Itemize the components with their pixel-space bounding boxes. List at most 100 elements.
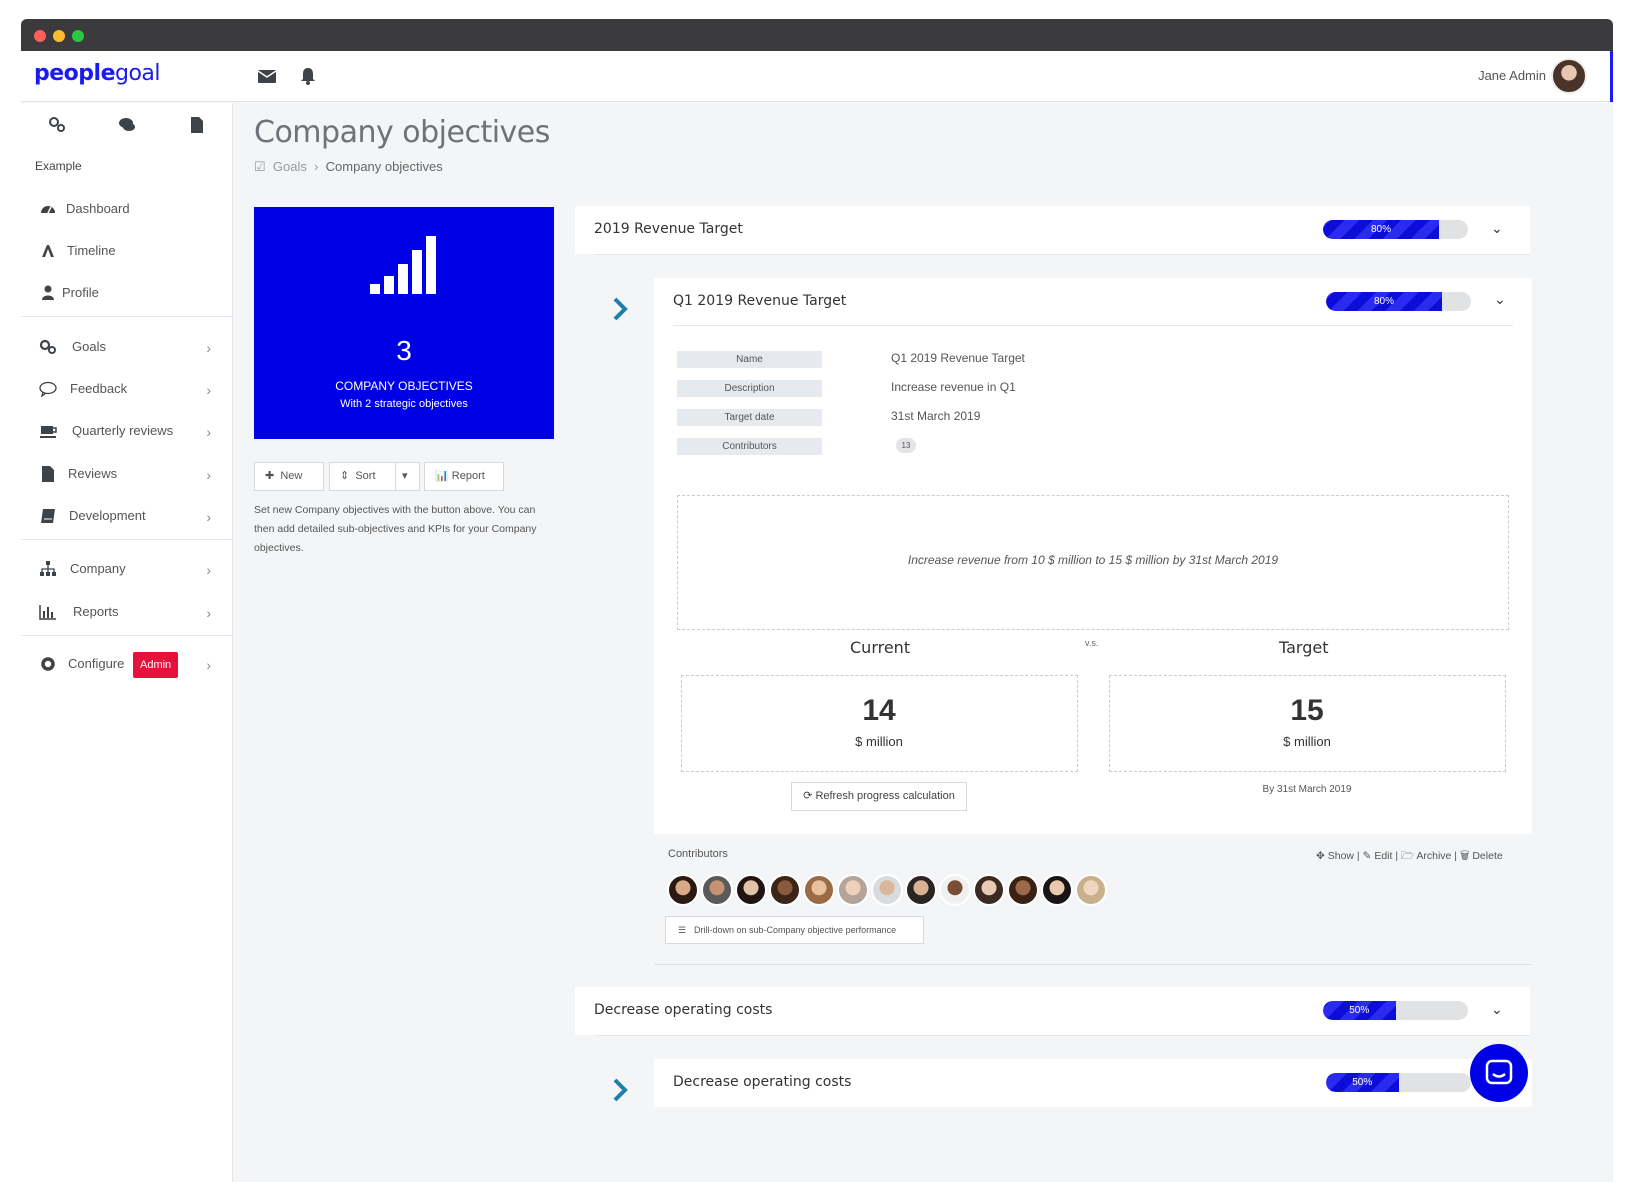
sub-objective-card[interactable]: Decrease operating costs 50% [654,1059,1532,1107]
chevron-right-icon: › [206,382,211,398]
divider [654,964,1532,965]
chat-icon[interactable] [117,115,137,135]
divider [673,325,1513,326]
sidebar-item-company[interactable]: Company › [21,551,233,587]
chat-launcher-button[interactable] [1470,1044,1528,1102]
sort-button[interactable]: ⇕ Sort [329,462,396,491]
sidebar-top-icons [21,115,233,145]
avatar[interactable] [1041,874,1073,906]
sort-dropdown-button[interactable]: ▾ [395,462,420,491]
target-heading: Target [1279,638,1329,657]
objective-row[interactable]: 2019 Revenue Target 80% ⌄ [575,206,1530,254]
peoplegoal-logo[interactable]: peoplegoal [34,61,161,86]
avatar[interactable] [973,874,1005,906]
target-value: 15 [1290,694,1324,727]
refresh-progress-button[interactable]: ⟳ Refresh progress calculation [791,782,967,811]
sidebar-divider [21,316,233,317]
avatar[interactable] [871,874,903,906]
minimize-window-button[interactable] [53,30,65,42]
logo-text-bold: people [34,61,116,86]
breadcrumb-goals-link[interactable]: Goals [273,159,307,174]
admin-badge: Admin [133,652,179,678]
user-avatar[interactable] [1551,58,1587,94]
avatar[interactable] [735,874,767,906]
sidebar-item-label: Timeline [67,243,116,258]
sidebar-item-reviews[interactable]: Reviews › [21,456,233,492]
edit-action[interactable]: Edit | [1374,850,1398,862]
avatar[interactable] [701,874,733,906]
avatar[interactable] [1007,874,1039,906]
avatar[interactable] [803,874,835,906]
file-icon[interactable] [187,115,207,135]
new-button[interactable]: ✚ New [254,462,324,491]
objective-row[interactable]: Decrease operating costs 50% ⌄ [575,987,1530,1035]
objective-actions: ✥ Show | ✎ Edit | 🗁 Archive | 🗑 Delete [1316,848,1503,866]
chevron-right-icon: › [206,340,211,356]
sidebar-item-dashboard[interactable]: Dashboard [21,191,233,227]
report-button[interactable]: 📊 Report [424,462,504,491]
close-window-button[interactable] [34,30,46,42]
objective-title[interactable]: Decrease operating costs [594,1002,772,1018]
sidebar-item-configure[interactable]: Configure Admin › [21,646,233,682]
envelope-icon[interactable] [256,65,278,87]
gears-icon[interactable] [47,115,67,135]
chevron-right-icon[interactable] [612,1078,628,1102]
page-title: Company objectives [254,115,550,150]
sidebar-item-goals[interactable]: Goals › [21,329,233,365]
sub-objective-title[interactable]: Q1 2019 Revenue Target [673,293,846,309]
chevron-down-icon[interactable]: ⌄ [1491,220,1503,237]
sidebar-divider [21,635,233,636]
avatar[interactable] [769,874,801,906]
chevron-down-icon[interactable]: ⌄ [1491,1001,1503,1018]
chevron-right-icon: › [206,424,211,440]
sub-objective-title[interactable]: Decrease operating costs [673,1074,851,1090]
sidebar-item-label: Feedback [70,381,128,396]
chevron-down-icon[interactable]: ⌄ [1494,291,1506,308]
contributors-label: Contributors [668,848,728,860]
avatar[interactable] [939,874,971,906]
progress-bar: 50% [1323,1001,1468,1020]
show-action[interactable]: Show | [1328,850,1360,862]
sidebar: Example Dashboard Timeline Profile Goals… [21,103,233,1182]
sidebar-item-label: Reviews [68,466,118,481]
avatar[interactable] [667,874,699,906]
chat-icon [1485,1059,1513,1085]
report-button-label: Report [451,470,485,482]
objective-title[interactable]: 2019 Revenue Target [594,221,743,237]
objective-quote: Increase revenue from 10 $ million to 15… [907,553,1279,567]
sidebar-item-quarterly-reviews[interactable]: Quarterly reviews › [21,413,233,449]
sidebar-item-label: Reports [73,604,119,619]
sidebar-item-label: Quarterly reviews [72,423,174,438]
avatar[interactable] [1075,874,1107,906]
bar-chart-icon [39,605,56,620]
archive-action[interactable]: Archive | [1416,850,1457,862]
sidebar-item-reports[interactable]: Reports › [21,594,233,630]
divider [595,1035,1530,1036]
objectives-count-label: COMPANY OBJECTIVES [335,379,473,393]
detail-label-name: Name [677,351,822,368]
chevron-right-icon[interactable] [612,297,628,321]
sidebar-item-timeline[interactable]: Timeline [21,233,233,269]
pencil-icon: ✎ [1362,850,1372,862]
gears-icon [39,339,56,354]
sidebar-item-label: Dashboard [66,201,130,216]
maximize-window-button[interactable] [72,30,84,42]
sidebar-section-label: Example [35,159,82,173]
top-navbar: peoplegoal Jane Admin [21,51,1613,102]
sidebar-item-feedback[interactable]: Feedback › [21,371,233,407]
book-icon [41,509,55,523]
sidebar-item-development[interactable]: Development › [21,498,233,534]
delete-action[interactable]: Delete [1472,850,1502,862]
coffee-icon [40,426,57,438]
drill-down-button[interactable]: ☰ Drill-down on sub-Company objective pe… [665,916,924,944]
target-by-date: By 31st March 2019 [1262,784,1352,795]
sidebar-divider [21,539,233,540]
bell-icon[interactable] [297,65,319,87]
bar-chart-icon: 📊 [435,470,449,482]
avatar[interactable] [905,874,937,906]
user-name[interactable]: Jane Admin [1478,68,1546,83]
sidebar-item-label: Development [69,508,146,523]
detail-value-target-date: 31st March 2019 [891,409,981,423]
sidebar-item-profile[interactable]: Profile [21,275,233,311]
avatar[interactable] [837,874,869,906]
